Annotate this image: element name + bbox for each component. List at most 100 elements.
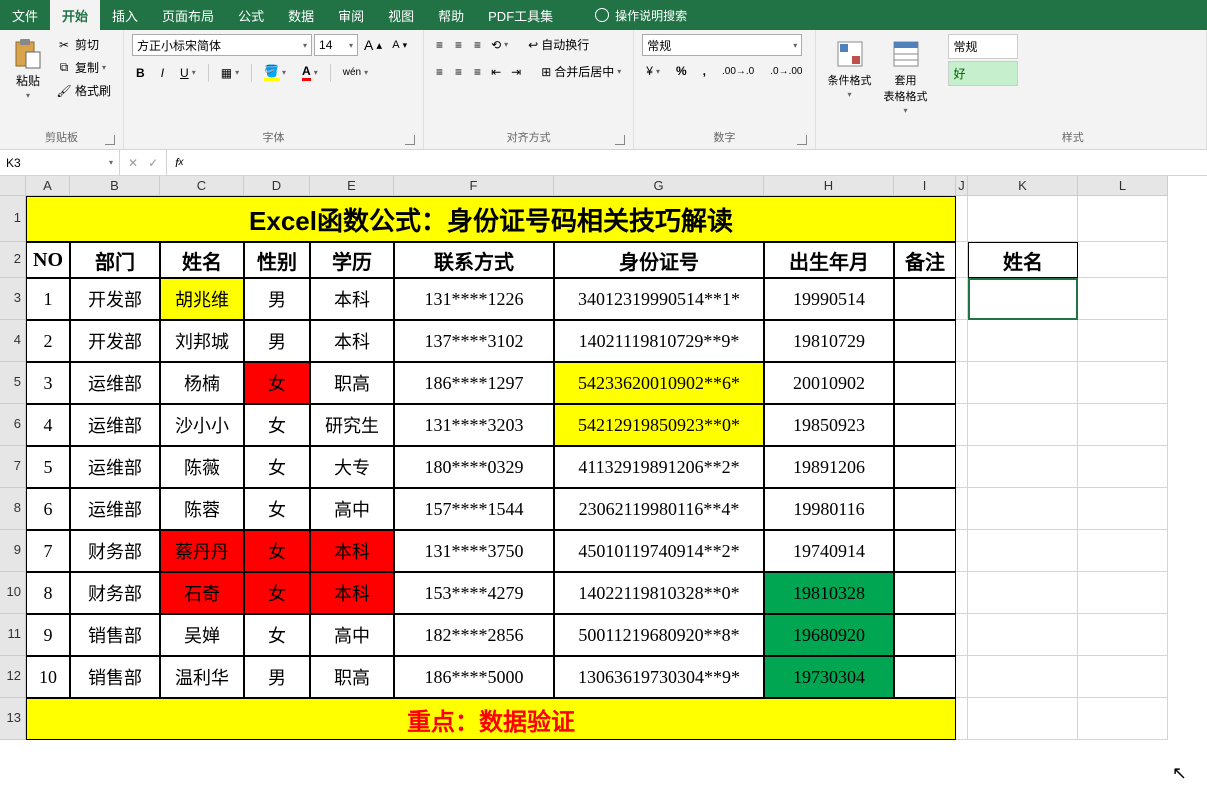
cell-G7[interactable]: 41132919891206**2* (554, 446, 764, 488)
cell-A9[interactable]: 7 (26, 530, 70, 572)
cell-I6[interactable] (894, 404, 956, 446)
row-header-2[interactable]: 2 (0, 242, 26, 278)
merge-center-button[interactable]: ⊞合并后居中▾ (537, 61, 625, 82)
cell-H8[interactable]: 19980116 (764, 488, 894, 530)
cell-E3[interactable]: 本科 (310, 278, 394, 320)
cell-B5[interactable]: 运维部 (70, 362, 160, 404)
col-header-G[interactable]: G (554, 176, 764, 196)
cell-C11[interactable]: 吴婵 (160, 614, 244, 656)
cell-E5[interactable]: 职高 (310, 362, 394, 404)
format-painter-button[interactable]: 🖌格式刷 (52, 80, 115, 101)
menu-数据[interactable]: 数据 (276, 0, 326, 30)
dialog-launcher-icon[interactable] (797, 135, 807, 145)
cell-E6[interactable]: 研究生 (310, 404, 394, 446)
align-left-button[interactable]: ≡ (432, 63, 447, 81)
cell-J7[interactable] (956, 446, 968, 488)
cell-B11[interactable]: 销售部 (70, 614, 160, 656)
cell-D9[interactable]: 女 (244, 530, 310, 572)
cell-C5[interactable]: 杨楠 (160, 362, 244, 404)
row-header-10[interactable]: 10 (0, 572, 26, 614)
border-button[interactable]: ▦▾ (217, 64, 243, 82)
number-format-combo[interactable]: ▾ (642, 34, 802, 56)
wrap-text-button[interactable]: ↩自动换行 (524, 34, 593, 55)
fill-color-button[interactable]: 🪣▾ (260, 62, 290, 83)
row-header-1[interactable]: 1 (0, 196, 26, 242)
row-header-3[interactable]: 3 (0, 278, 26, 320)
col-header-A[interactable]: A (26, 176, 70, 196)
row-header-8[interactable]: 8 (0, 488, 26, 530)
col-header-K[interactable]: K (968, 176, 1078, 196)
cell-G9[interactable]: 45010119740914**2* (554, 530, 764, 572)
cell-C8[interactable]: 陈蓉 (160, 488, 244, 530)
dialog-launcher-icon[interactable] (615, 135, 625, 145)
align-right-button[interactable]: ≡ (470, 63, 485, 81)
cell-D7[interactable]: 女 (244, 446, 310, 488)
cell-A6[interactable]: 4 (26, 404, 70, 446)
menu-帮助[interactable]: 帮助 (426, 0, 476, 30)
col-header-H[interactable]: H (764, 176, 894, 196)
cell-C9[interactable]: 蔡丹丹 (160, 530, 244, 572)
cell-L13[interactable] (1078, 698, 1168, 740)
cell-J3[interactable] (956, 278, 968, 320)
cell-D10[interactable]: 女 (244, 572, 310, 614)
cell-J11[interactable] (956, 614, 968, 656)
cell-C3[interactable]: 胡兆维 (160, 278, 244, 320)
cell-I9[interactable] (894, 530, 956, 572)
cell-H7[interactable]: 19891206 (764, 446, 894, 488)
cell-K5[interactable] (968, 362, 1078, 404)
cell-I10[interactable] (894, 572, 956, 614)
row-header-11[interactable]: 11 (0, 614, 26, 656)
align-top-button[interactable]: ≡ (432, 36, 447, 54)
cell-G3[interactable]: 34012319990514**1* (554, 278, 764, 320)
menu-页面布局[interactable]: 页面布局 (150, 0, 226, 30)
cell-J6[interactable] (956, 404, 968, 446)
cell-K11[interactable] (968, 614, 1078, 656)
cell-B4[interactable]: 开发部 (70, 320, 160, 362)
cell-H6[interactable]: 19850923 (764, 404, 894, 446)
cell-G12[interactable]: 13063619730304**9* (554, 656, 764, 698)
cell-E11[interactable]: 高中 (310, 614, 394, 656)
cell-D4[interactable]: 男 (244, 320, 310, 362)
cut-button[interactable]: ✂剪切 (52, 34, 115, 55)
cell-L10[interactable] (1078, 572, 1168, 614)
col-header-F[interactable]: F (394, 176, 554, 196)
cell-L7[interactable] (1078, 446, 1168, 488)
conditional-format-button[interactable]: 条件格式▾ (824, 34, 876, 103)
cell-B9[interactable]: 财务部 (70, 530, 160, 572)
cell-D8[interactable]: 女 (244, 488, 310, 530)
cell-G10[interactable]: 14022119810328**0* (554, 572, 764, 614)
cell-D3[interactable]: 男 (244, 278, 310, 320)
cell-F7[interactable]: 180****0329 (394, 446, 554, 488)
cell-L2[interactable] (1078, 242, 1168, 278)
cell-F11[interactable]: 182****2856 (394, 614, 554, 656)
cell-I11[interactable] (894, 614, 956, 656)
cell-K1[interactable] (968, 196, 1078, 242)
cell-D11[interactable]: 女 (244, 614, 310, 656)
row-header-5[interactable]: 5 (0, 362, 26, 404)
align-bottom-button[interactable]: ≡ (470, 36, 485, 54)
decrease-decimal-button[interactable]: .0→.00 (766, 64, 806, 79)
cell-J2[interactable] (956, 242, 968, 278)
cell-I8[interactable] (894, 488, 956, 530)
cell-I3[interactable] (894, 278, 956, 320)
cell-F12[interactable]: 186****5000 (394, 656, 554, 698)
cell-I4[interactable] (894, 320, 956, 362)
cell-C12[interactable]: 温利华 (160, 656, 244, 698)
cell-C6[interactable]: 沙小小 (160, 404, 244, 446)
cell-A8[interactable]: 6 (26, 488, 70, 530)
copy-button[interactable]: ⧉复制▾ (52, 57, 115, 78)
cell-K8[interactable] (968, 488, 1078, 530)
cell-E7[interactable]: 大专 (310, 446, 394, 488)
cell-H12[interactable]: 19730304 (764, 656, 894, 698)
cell-F5[interactable]: 186****1297 (394, 362, 554, 404)
col-header-J[interactable]: J (956, 176, 968, 196)
cell-E10[interactable]: 本科 (310, 572, 394, 614)
cell-K9[interactable] (968, 530, 1078, 572)
cell-F4[interactable]: 137****3102 (394, 320, 554, 362)
cell-F8[interactable]: 157****1544 (394, 488, 554, 530)
col-header-C[interactable]: C (160, 176, 244, 196)
font-size-combo[interactable]: ▾ (314, 34, 358, 56)
col-header-I[interactable]: I (894, 176, 956, 196)
accounting-format-button[interactable]: ¥▾ (642, 62, 664, 80)
cell-H11[interactable]: 19680920 (764, 614, 894, 656)
